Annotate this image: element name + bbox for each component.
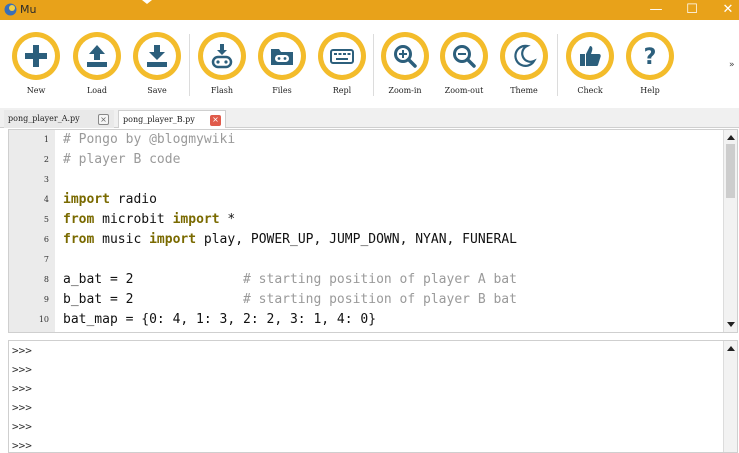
moon-icon (514, 44, 537, 67)
zoom-in-icon (394, 45, 417, 68)
save-button[interactable]: Save (129, 28, 185, 104)
line-number: 1 (43, 135, 49, 144)
check-label: Check (577, 86, 603, 95)
toolbar-separator (557, 34, 558, 96)
code-text: import radio (63, 192, 157, 207)
repl-label: Repl (332, 86, 352, 95)
code-line: 2 # player B code (9, 150, 723, 170)
help-button[interactable]: ? Help (622, 28, 678, 104)
tab-close-icon[interactable]: × (98, 114, 109, 125)
code-text: # Pongo by @blogmywiki (63, 132, 236, 147)
flash-button[interactable]: Flash (194, 28, 250, 104)
toolbar: New Load Save Flash Files Repl Zoom-in Z… (0, 20, 739, 108)
theme-label: Theme (510, 86, 538, 95)
new-label: New (26, 86, 46, 95)
code-line: 1 # Pongo by @blogmywiki (9, 130, 723, 150)
line-number: 9 (43, 295, 49, 304)
plus-icon (25, 45, 47, 67)
repl-scrollbar[interactable] (723, 341, 737, 452)
code-line: 8 a_bat = 2 # starting position of playe… (9, 270, 723, 290)
repl-prompt: >>> (12, 382, 32, 395)
code-text: from music import play, POWER_UP, JUMP_D… (63, 232, 517, 247)
zoom-out-label: Zoom-out (444, 86, 484, 95)
window-title: Mu (20, 3, 37, 16)
line-number: 5 (43, 215, 49, 224)
code-line: 5 from microbit import * (9, 210, 723, 230)
files-button[interactable]: Files (254, 28, 310, 104)
svg-text:?: ? (644, 45, 657, 70)
line-number: 2 (43, 155, 49, 164)
toolbar-separator (373, 34, 374, 96)
zoom-out-button[interactable]: Zoom-out (436, 28, 492, 104)
flash-microbit-icon (211, 44, 233, 69)
thumbs-up-icon (580, 46, 601, 66)
minimize-button[interactable]: — (638, 0, 674, 20)
code-line: 3 (9, 170, 723, 190)
code-text: # player B code (63, 152, 181, 167)
line-number: 6 (43, 235, 49, 244)
code-text: from microbit import * (63, 212, 236, 227)
repl-prompt: >>> (12, 439, 32, 452)
scroll-up-icon[interactable] (727, 346, 735, 351)
line-number: 8 (43, 275, 49, 284)
repl-prompt: >>> (12, 401, 32, 414)
editor-scrollbar[interactable] (723, 130, 737, 332)
line-number: 7 (43, 255, 49, 264)
toolbar-overflow-button[interactable]: » (729, 60, 735, 70)
tab-label: pong_player_B.py (123, 115, 195, 124)
close-button[interactable]: ✕ (710, 0, 739, 20)
code-text: b_bat = 2 # starting position of player … (63, 292, 517, 307)
repl-prompt: >>> (12, 344, 32, 357)
repl-button[interactable]: Repl (314, 28, 370, 104)
repl-pane[interactable]: >>> >>> >>> >>> >>> >>> (8, 340, 738, 453)
scrollbar-thumb[interactable] (726, 144, 735, 198)
scroll-up-icon[interactable] (727, 135, 735, 140)
tab-bar: pong_player_A.py × pong_player_B.py × (0, 108, 739, 128)
files-label: Files (272, 86, 292, 95)
files-icon (271, 49, 293, 65)
code-line: 4 import radio (9, 190, 723, 210)
check-button[interactable]: Check (562, 28, 618, 104)
line-number: 3 (43, 175, 49, 184)
code-line: 7 (9, 250, 723, 270)
maximize-button[interactable]: ☐ (674, 0, 710, 20)
mu-app-icon (4, 3, 17, 16)
tab-pong-player-b[interactable]: pong_player_B.py × (118, 110, 226, 128)
new-button[interactable]: New (8, 28, 64, 104)
code-line: 9 b_bat = 2 # starting position of playe… (9, 290, 723, 310)
code-line: 6 from music import play, POWER_UP, JUMP… (9, 230, 723, 250)
upload-icon (87, 45, 107, 67)
code-text: bat_map = {0: 4, 1: 3, 2: 2, 3: 1, 4: 0} (63, 312, 377, 327)
zoom-out-icon (453, 45, 476, 68)
zoom-in-button[interactable]: Zoom-in (377, 28, 433, 104)
save-label: Save (147, 86, 167, 95)
title-bar: Mu — ☐ ✕ (0, 0, 739, 20)
code-editor[interactable]: 1 # Pongo by @blogmywiki 2 # player B co… (8, 129, 738, 333)
help-label: Help (640, 86, 660, 95)
tab-label: pong_player_A.py (8, 114, 80, 123)
download-icon (147, 45, 167, 67)
flash-label: Flash (210, 86, 234, 95)
line-number: 4 (43, 195, 49, 204)
load-button[interactable]: Load (69, 28, 125, 104)
scroll-down-icon[interactable] (727, 322, 735, 327)
keyboard-icon (330, 49, 354, 64)
repl-prompt: >>> (12, 420, 32, 433)
code-text: a_bat = 2 # starting position of player … (63, 272, 517, 287)
tab-close-icon[interactable]: × (210, 115, 221, 126)
tab-pong-player-a[interactable]: pong_player_A.py × (4, 110, 114, 128)
toolbar-separator (189, 34, 190, 96)
line-number: 10 (38, 315, 49, 324)
title-caret (142, 0, 152, 4)
repl-prompt: >>> (12, 363, 32, 376)
code-line: 10 bat_map = {0: 4, 1: 3, 2: 2, 3: 1, 4:… (9, 310, 723, 330)
question-icon: ? (644, 45, 657, 70)
load-label: Load (86, 86, 108, 95)
zoom-in-label: Zoom-in (388, 86, 422, 95)
theme-button[interactable]: Theme (496, 28, 552, 104)
